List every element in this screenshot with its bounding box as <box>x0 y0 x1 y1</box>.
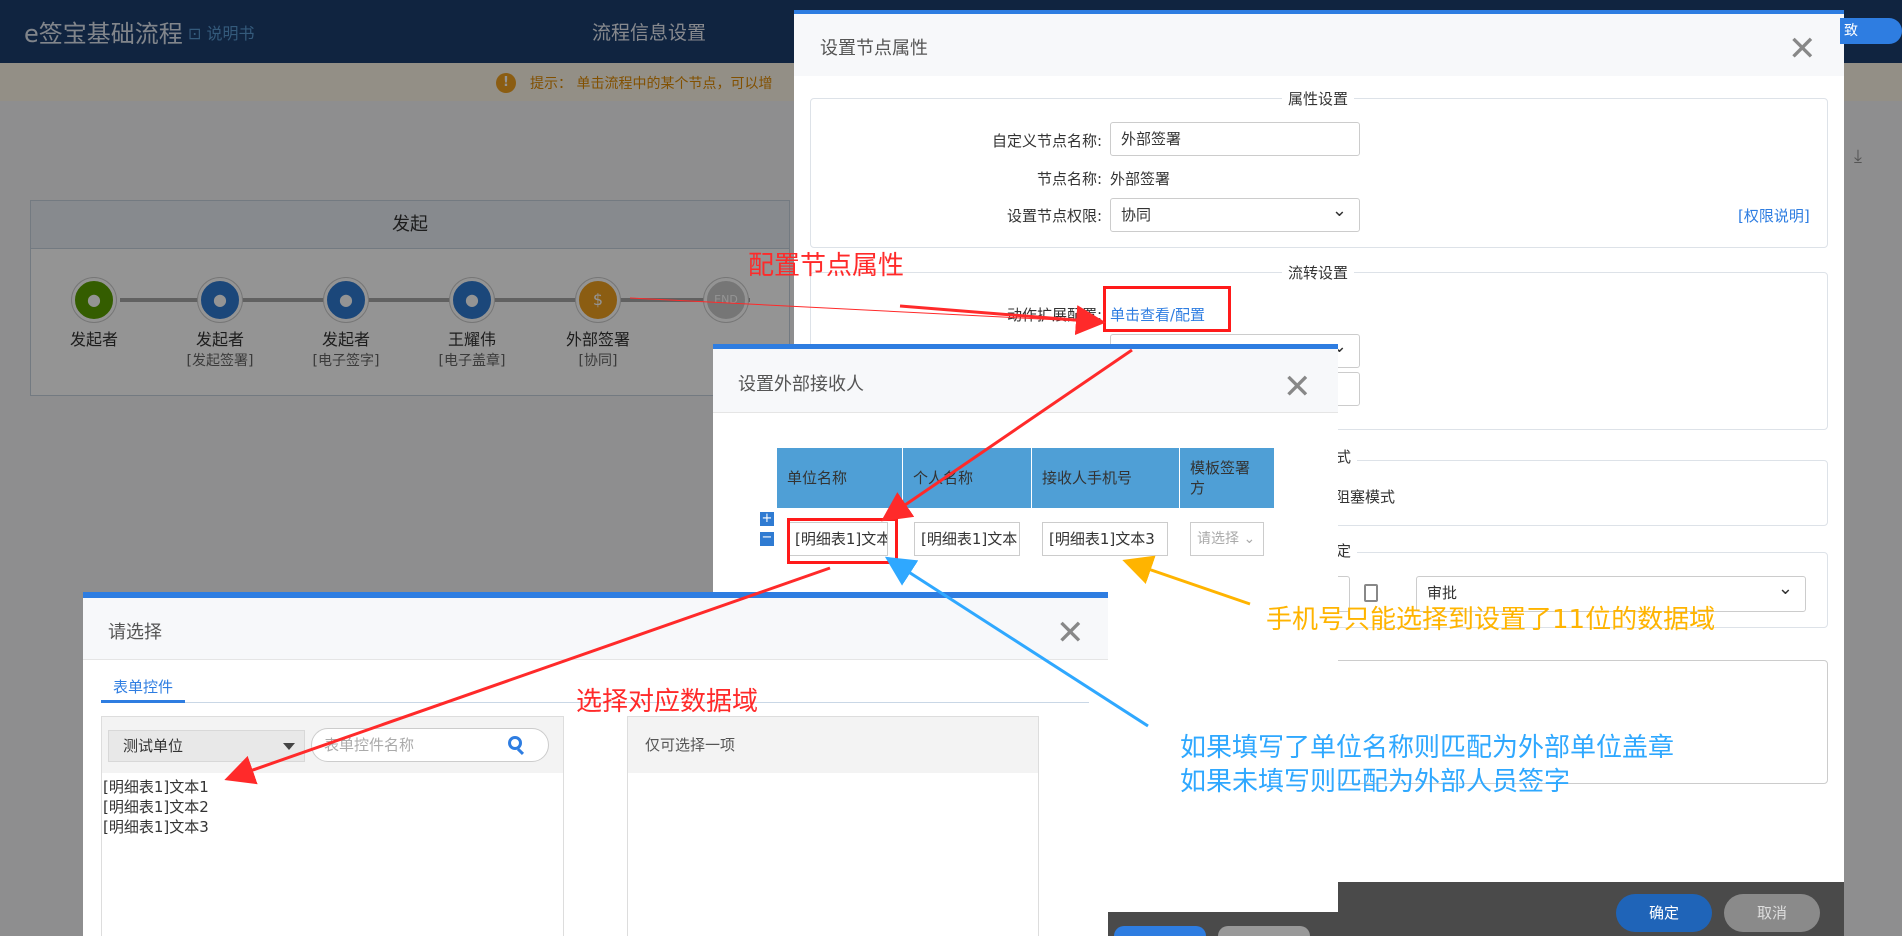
match-annotation-line1: 如果填写了单位名称则匹配为外部单位盖章 <box>1180 733 1675 763</box>
annotation-arrows <box>224 297 1251 785</box>
match-annotation-line2: 如果未填写则匹配为外部人员签字 <box>1180 767 1571 797</box>
phone-note-annotation: 手机号只能选择到设置了11位的数据域 <box>1266 605 1716 635</box>
phone-note-arrow <box>1122 555 1251 606</box>
select-domain-arrow <box>224 566 831 785</box>
match-note-arrow <box>884 556 1149 728</box>
config-pointer-line <box>629 297 1101 323</box>
select-domain-annotation: 选择对应数据域 <box>576 687 759 717</box>
config-node-annotation: 配置节点属性 <box>748 251 905 281</box>
config-arrow <box>899 304 1106 336</box>
ext-dialog-arrow <box>881 348 1133 522</box>
